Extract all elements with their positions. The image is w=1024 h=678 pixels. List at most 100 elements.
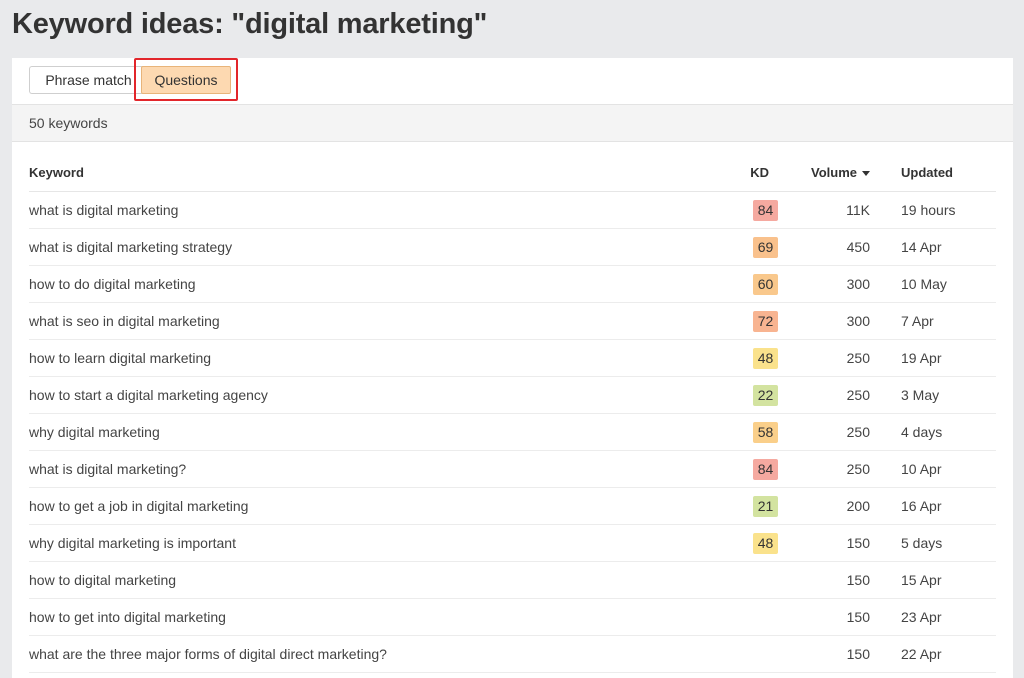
kd-cell bbox=[709, 598, 787, 636]
kd-badge: 22 bbox=[753, 384, 778, 406]
keyword-link[interactable]: how to get into digital marketing bbox=[29, 609, 226, 625]
kd-cell: 84 bbox=[709, 191, 787, 229]
kd-cell: 48 bbox=[709, 339, 787, 377]
keyword-count: 50 keywords bbox=[29, 115, 108, 131]
keyword-cell: how to do digital marketing bbox=[29, 265, 709, 303]
volume-header-label: Volume bbox=[811, 165, 857, 180]
keyword-link[interactable]: how to learn digital marketing bbox=[29, 350, 211, 366]
column-header-keyword[interactable]: Keyword bbox=[29, 154, 709, 192]
keyword-ideas-panel: Phrase match Questions 50 keywords Keywo… bbox=[12, 58, 1013, 678]
volume-cell: 150 bbox=[787, 598, 870, 636]
updated-cell: 10 Apr bbox=[870, 450, 996, 488]
updated-header-label: Updated bbox=[901, 165, 953, 180]
sort-desc-icon bbox=[862, 171, 870, 177]
table-row: what is digital marketing 84 11K 19 hours bbox=[29, 191, 996, 229]
page-title: Keyword ideas: "digital marketing" bbox=[12, 8, 488, 40]
updated-cell: 7 Apr bbox=[870, 302, 996, 340]
updated-cell: 15 Apr bbox=[870, 561, 996, 599]
keyword-cell: what is digital marketing bbox=[29, 191, 709, 229]
table-header-row: Keyword KD Volume Updated bbox=[29, 154, 996, 192]
updated-cell: 19 Apr bbox=[870, 339, 996, 377]
kd-badge: 84 bbox=[753, 199, 778, 221]
keyword-cell: what is seo in digital marketing bbox=[29, 302, 709, 340]
keyword-header-label: Keyword bbox=[29, 165, 84, 180]
table-row: how to get a job in digital marketing 21 2… bbox=[29, 487, 996, 525]
keyword-link[interactable]: how to do digital marketing bbox=[29, 276, 196, 292]
keyword-cell: how to get into digital marketing bbox=[29, 598, 709, 636]
table-row: what is digital marketing strategy 69 450 1… bbox=[29, 228, 996, 266]
updated-cell: 14 Apr bbox=[870, 228, 996, 266]
kd-cell: 22 bbox=[709, 376, 787, 414]
table-row: why digital marketing 58 250 4 days bbox=[29, 413, 996, 451]
volume-cell: 250 bbox=[787, 339, 870, 377]
keyword-link[interactable]: why digital marketing is important bbox=[29, 535, 236, 551]
keyword-link[interactable]: why digital marketing bbox=[29, 424, 160, 440]
table-row: what is digital marketing? 84 250 10 Apr bbox=[29, 450, 996, 488]
keyword-link[interactable]: how to start a digital marketing agency bbox=[29, 387, 268, 403]
keyword-cell: how to start a digital marketing agency bbox=[29, 376, 709, 414]
volume-cell: 250 bbox=[787, 376, 870, 414]
updated-cell: 16 Apr bbox=[870, 487, 996, 525]
kd-badge: 48 bbox=[753, 532, 778, 554]
volume-cell: 300 bbox=[787, 302, 870, 340]
keyword-cell: what is digital marketing strategy bbox=[29, 228, 709, 266]
kd-cell: 21 bbox=[709, 487, 787, 525]
table-row: how to start a digital marketing agency 2… bbox=[29, 376, 996, 414]
keyword-link[interactable]: what is seo in digital marketing bbox=[29, 313, 220, 329]
kd-cell bbox=[709, 561, 787, 599]
keyword-link[interactable]: what is digital marketing? bbox=[29, 461, 186, 477]
volume-cell: 200 bbox=[787, 487, 870, 525]
keyword-link[interactable]: how to digital marketing bbox=[29, 572, 176, 588]
keyword-link[interactable]: how to get a job in digital marketing bbox=[29, 498, 248, 514]
updated-cell: 19 hours bbox=[870, 191, 996, 229]
volume-cell: 150 bbox=[787, 524, 870, 562]
keywords-table-body: what is digital marketing 84 11K 19 hours wh… bbox=[29, 191, 996, 673]
keyword-cell: why digital marketing is important bbox=[29, 524, 709, 562]
keyword-count-bar: 50 keywords bbox=[12, 105, 1013, 142]
match-type-tabs: Phrase match Questions bbox=[12, 58, 1013, 105]
table-row: how to do digital marketing 60 300 10 May bbox=[29, 265, 996, 303]
column-header-volume[interactable]: Volume bbox=[787, 154, 870, 192]
tab-questions[interactable]: Questions bbox=[141, 66, 231, 94]
keyword-cell: what is digital marketing? bbox=[29, 450, 709, 488]
kd-badge: 84 bbox=[753, 458, 778, 480]
keyword-link[interactable]: what are the three major forms of digita… bbox=[29, 646, 387, 662]
kd-cell: 60 bbox=[709, 265, 787, 303]
volume-cell: 150 bbox=[787, 561, 870, 599]
table-row: what is seo in digital marketing 72 300 7 A… bbox=[29, 302, 996, 340]
column-header-kd[interactable]: KD bbox=[709, 154, 787, 192]
kd-badge: 48 bbox=[753, 347, 778, 369]
kd-cell: 84 bbox=[709, 450, 787, 488]
tab-phrase-match[interactable]: Phrase match bbox=[29, 66, 147, 94]
kd-cell: 72 bbox=[709, 302, 787, 340]
kd-cell: 58 bbox=[709, 413, 787, 451]
kd-badge: 21 bbox=[753, 495, 778, 517]
keyword-link[interactable]: what is digital marketing bbox=[29, 202, 178, 218]
keyword-cell: how to get a job in digital marketing bbox=[29, 487, 709, 525]
keyword-link[interactable]: what is digital marketing strategy bbox=[29, 239, 232, 255]
kd-cell: 69 bbox=[709, 228, 787, 266]
keyword-cell: how to learn digital marketing bbox=[29, 339, 709, 377]
column-header-updated[interactable]: Updated bbox=[870, 154, 996, 192]
kd-badge: 72 bbox=[753, 310, 778, 332]
kd-header-label: KD bbox=[750, 165, 769, 180]
table-row: how to learn digital marketing 48 250 19 Ap… bbox=[29, 339, 996, 377]
updated-cell: 3 May bbox=[870, 376, 996, 414]
volume-cell: 450 bbox=[787, 228, 870, 266]
kd-badge: 60 bbox=[753, 273, 778, 295]
updated-cell: 23 Apr bbox=[870, 598, 996, 636]
kd-badge: 58 bbox=[753, 421, 778, 443]
keyword-cell: why digital marketing bbox=[29, 413, 709, 451]
kd-badge: 69 bbox=[753, 236, 778, 258]
kd-cell: 48 bbox=[709, 524, 787, 562]
volume-cell: 250 bbox=[787, 450, 870, 488]
volume-cell: 300 bbox=[787, 265, 870, 303]
table-row: how to digital marketing 150 15 Apr bbox=[29, 561, 996, 599]
volume-cell: 11K bbox=[787, 191, 870, 229]
updated-cell: 10 May bbox=[870, 265, 996, 303]
keyword-cell: how to digital marketing bbox=[29, 561, 709, 599]
updated-cell: 4 days bbox=[870, 413, 996, 451]
keywords-table: Keyword KD Volume Updated what is digita… bbox=[29, 154, 996, 673]
table-row: how to get into digital marketing 150 23 A… bbox=[29, 598, 996, 636]
volume-cell: 250 bbox=[787, 413, 870, 451]
